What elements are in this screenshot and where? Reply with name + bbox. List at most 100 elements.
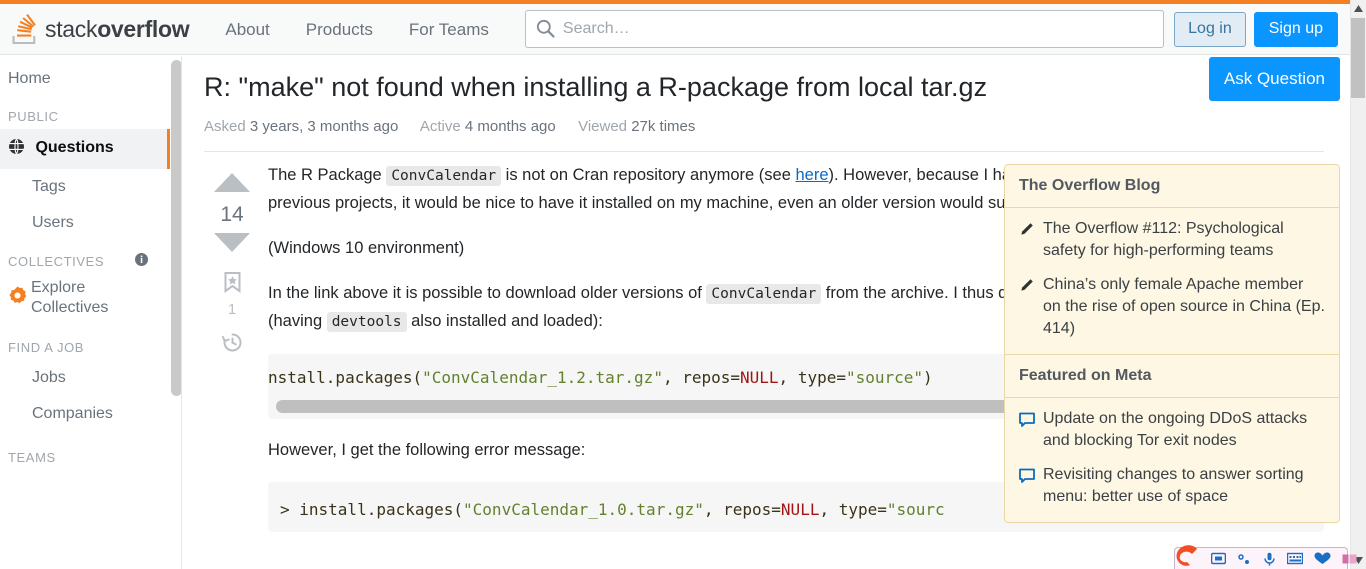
inline-code-convcalendar-1: ConvCalendar — [386, 166, 502, 186]
active-label: Active — [419, 118, 461, 135]
inline-code-devtools: devtools — [326, 312, 407, 332]
blog-item-title: China’s only female Apache member on the… — [1043, 276, 1325, 337]
downvote-arrow-icon[interactable] — [214, 232, 250, 258]
overflow-blog-heading: The Overflow Blog — [1005, 165, 1339, 208]
list-item[interactable]: Revisiting changes to answer sorting men… — [1019, 464, 1325, 508]
code2-string-2: "sourc — [886, 500, 945, 519]
code1-plain-4: ) — [923, 368, 933, 387]
login-button[interactable]: Log in — [1174, 11, 1246, 47]
sidebar-item-tags-label: Tags — [32, 178, 66, 195]
stackoverflow-logo[interactable]: stackoverflow — [12, 14, 190, 44]
featured-on-meta-list: Update on the ongoing DDoS attacks and b… — [1005, 398, 1339, 522]
p3-text-a: In the link above it is possible to down… — [268, 284, 707, 302]
sidebar-heading-public: PUBLIC — [0, 97, 170, 129]
list-item[interactable]: China’s only female Apache member on the… — [1019, 274, 1325, 340]
sidebar-item-companies[interactable]: Companies — [0, 396, 170, 432]
sidebar-heading-collectives-label: COLLECTIVES — [8, 253, 105, 269]
sidebar-item-jobs-label: Jobs — [32, 369, 66, 386]
history-icon[interactable] — [221, 332, 243, 358]
signup-button[interactable]: Sign up — [1253, 11, 1338, 47]
globe-icon — [8, 138, 26, 160]
p1-text-a: The R Package — [268, 166, 387, 184]
explore-collectives-label: Explore Collectives — [31, 278, 108, 318]
nav-link-for-teams[interactable]: For Teams — [391, 4, 507, 55]
page-scrollbar-thumb[interactable] — [1351, 18, 1365, 98]
sogou-logo-icon[interactable] — [1169, 544, 1209, 569]
vote-column: 14 1 — [204, 162, 260, 550]
sidebar-item-questions[interactable]: Questions — [0, 129, 170, 169]
sidebar-item-tags[interactable]: Tags — [0, 169, 170, 205]
code1-plain-3: , type= — [778, 368, 846, 387]
upvote-arrow-icon[interactable] — [214, 172, 250, 198]
overflow-blog-list: The Overflow #112: Psychological safety … — [1005, 208, 1339, 354]
bookmark-count: 1 — [227, 301, 237, 318]
scrollbar-up-arrow-icon[interactable] — [1351, 0, 1365, 17]
pencil-icon — [1019, 218, 1043, 262]
sidebar-item-users-label: Users — [32, 214, 74, 231]
code1-plain-1: nstall.packages( — [268, 368, 423, 387]
code2-plain-1: > install.packages( — [280, 500, 464, 519]
featured-on-meta-heading: Featured on Meta — [1005, 354, 1339, 398]
active-value: 4 months ago — [464, 118, 556, 135]
stackoverflow-logo-text: stackoverflow — [45, 15, 190, 43]
left-sidebar: Home PUBLIC Questions Tags Users COLLECT… — [0, 56, 170, 569]
asked-label: Asked — [204, 118, 246, 135]
sidebar-item-home[interactable]: Home — [0, 56, 170, 97]
nav-link-about[interactable]: About — [207, 4, 287, 55]
browser-viewport: stackoverflow About Products For Teams L… — [0, 0, 1366, 569]
viewed-label: Viewed — [578, 118, 628, 135]
collectives-badge-icon — [8, 286, 27, 310]
bookmark-icon[interactable] — [224, 272, 241, 298]
logo-text-bold: overflow — [97, 15, 190, 42]
meta-item-title: Revisiting changes to answer sorting men… — [1043, 466, 1304, 505]
list-item[interactable]: The Overflow #112: Psychological safety … — [1019, 218, 1325, 262]
logo-text-light: stack — [45, 15, 98, 42]
nav-link-products[interactable]: Products — [288, 4, 391, 55]
toolbox-icon[interactable] — [1342, 553, 1357, 565]
code2-plain-2: , repos= — [703, 500, 781, 519]
sidebar-item-questions-label: Questions — [35, 139, 114, 156]
code1-string-2: "source" — [845, 368, 924, 387]
code1-null: NULL — [740, 368, 779, 387]
soft-keyboard-icon[interactable] — [1287, 552, 1303, 565]
search-container — [524, 10, 1165, 48]
keyboard-toggle-icon[interactable] — [1211, 552, 1226, 565]
sidebar-heading-collectives: COLLECTIVES — [0, 241, 170, 274]
inline-code-convcalendar-2: ConvCalendar — [706, 284, 822, 304]
vote-count: 14 — [220, 203, 244, 226]
voice-input-icon[interactable] — [1263, 552, 1276, 566]
explore-collectives-line2: Collectives — [31, 299, 109, 316]
sidebar-item-users[interactable]: Users — [0, 205, 170, 241]
info-icon[interactable] — [135, 253, 148, 269]
right-sidebar: The Overflow Blog The Overflow #112: Psy… — [1004, 164, 1340, 523]
sidebar-item-companies-label: Companies — [32, 405, 113, 422]
explore-collectives-line1: Explore — [31, 279, 86, 296]
sidebar-heading-teams: TEAMS — [0, 432, 170, 470]
speech-bubble-icon — [1019, 408, 1043, 452]
asked-value: 3 years, 3 months ago — [249, 118, 399, 135]
viewed-value: 27k times — [631, 118, 696, 135]
code2-string-1: "ConvCalendar_1.0.tar.gz" — [463, 500, 704, 519]
ask-question-button[interactable]: Ask Question — [1208, 57, 1340, 101]
here-link[interactable]: here — [795, 166, 828, 184]
sidebar-item-explore-collectives[interactable]: Explore Collectives — [0, 274, 170, 322]
sidebar-heading-find-a-job: FIND A JOB — [0, 322, 170, 360]
blog-item-title: The Overflow #112: Psychological safety … — [1043, 220, 1284, 259]
sidebar-heading-public-label: PUBLIC — [8, 109, 59, 124]
skin-theme-icon[interactable] — [1314, 552, 1331, 565]
ime-floating-toolbar — [1174, 545, 1357, 569]
code1-plain-2: , repos= — [662, 368, 741, 387]
question-header-divider — [204, 151, 1324, 152]
pencil-icon — [1019, 274, 1043, 340]
sidebar-heading-teams-label: TEAMS — [8, 450, 56, 465]
meta-item-title: Update on the ongoing DDoS attacks and b… — [1043, 410, 1308, 449]
sidebar-item-home-label: Home — [8, 70, 51, 87]
punctuation-mode-icon[interactable] — [1237, 552, 1252, 565]
top-navigation-bar: stackoverflow About Products For Teams L… — [0, 4, 1350, 55]
page-title: R: "make" not found when installing a R-… — [204, 72, 988, 102]
sidebar-item-jobs[interactable]: Jobs — [0, 360, 170, 396]
speech-bubble-icon — [1019, 464, 1043, 508]
list-item[interactable]: Update on the ongoing DDoS attacks and b… — [1019, 408, 1325, 452]
sidebar-heading-find-a-job-label: FIND A JOB — [8, 340, 85, 355]
search-input[interactable] — [524, 10, 1165, 48]
